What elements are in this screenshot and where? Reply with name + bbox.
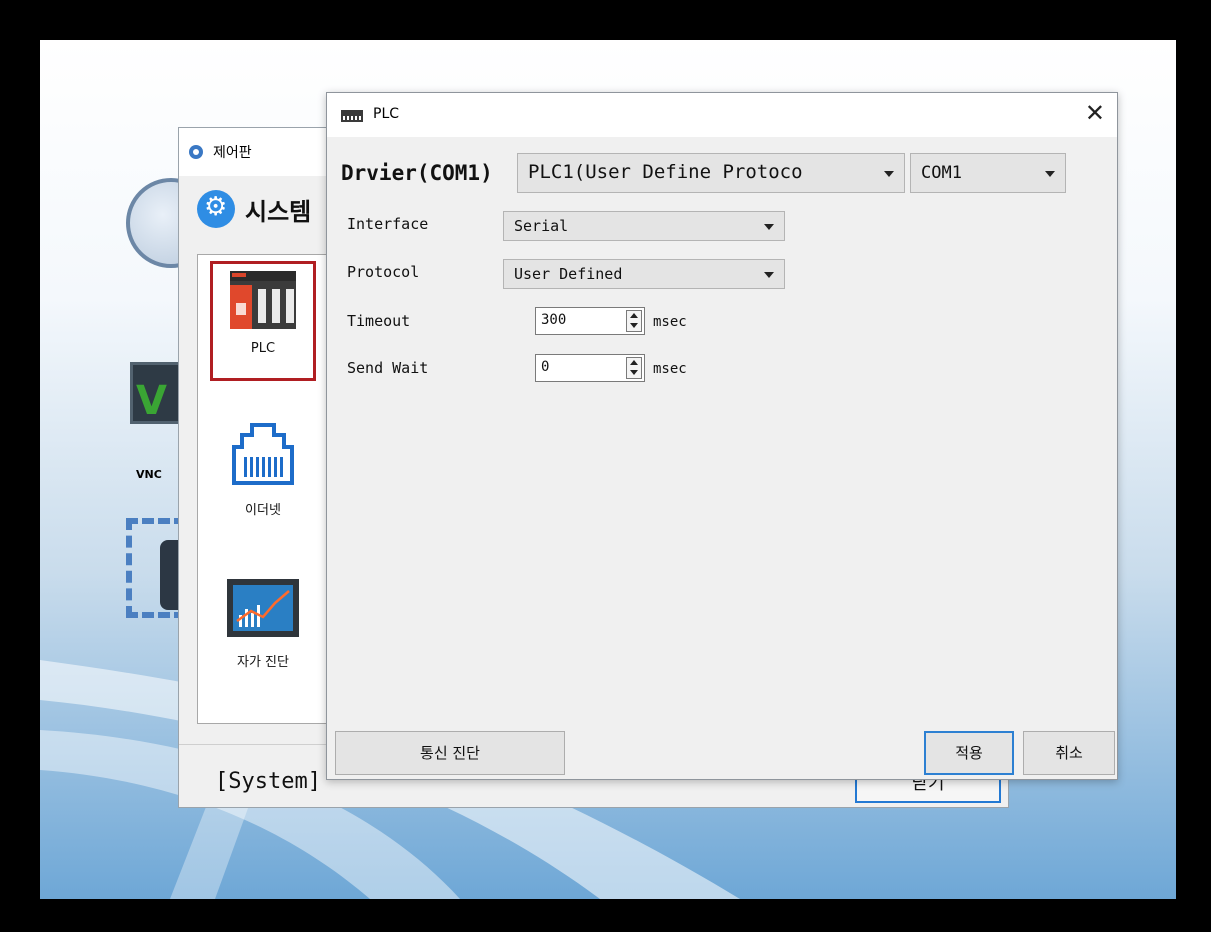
plc-device-icon xyxy=(230,271,296,329)
timeout-stepper[interactable]: 300 xyxy=(535,307,645,335)
vnc-logo-icon: V xyxy=(136,378,167,424)
spin-down-icon xyxy=(630,370,638,375)
side-item-ethernet-label: 이더넷 xyxy=(245,503,281,518)
ethernet-port-icon xyxy=(232,423,294,485)
side-item-diagnostics[interactable]: 자가 진단 xyxy=(198,577,328,670)
protocol-select[interactable]: User Defined xyxy=(503,259,785,289)
driver-select[interactable]: PLC1(User Define Protoco xyxy=(517,153,905,193)
system-footer-text: [System] xyxy=(215,769,321,794)
send-wait-spin-buttons[interactable] xyxy=(626,357,642,379)
send-wait-label: Send Wait xyxy=(347,359,429,377)
side-item-diagnostics-label: 자가 진단 xyxy=(237,655,289,670)
side-item-ethernet[interactable]: 이더넷 xyxy=(198,419,328,518)
comm-diagnostics-button[interactable]: 통신 진단 xyxy=(335,731,565,775)
plc-dialog-title: PLC xyxy=(373,106,400,122)
protocol-label: Protocol xyxy=(347,263,420,281)
plc-dialog: PLC ✕ Drvier(COM1) PLC1(User Define Prot… xyxy=(326,92,1118,780)
control-panel-gear-icon xyxy=(187,143,205,161)
timeout-value: 300 xyxy=(541,312,567,328)
interface-label: Interface xyxy=(347,215,429,233)
system-header-text: 시스템 xyxy=(245,197,312,226)
protocol-select-value: User Defined xyxy=(514,265,623,283)
apply-button[interactable]: 적용 xyxy=(924,731,1014,775)
interface-select-value: Serial xyxy=(514,217,569,235)
timeout-unit: msec xyxy=(653,314,687,330)
send-wait-stepper[interactable]: 0 xyxy=(535,354,645,382)
spin-up-icon xyxy=(630,313,638,318)
send-wait-value: 0 xyxy=(541,359,550,375)
interface-select[interactable]: Serial xyxy=(503,211,785,241)
send-wait-unit: msec xyxy=(653,361,687,377)
system-header: 시스템 xyxy=(197,190,311,228)
cancel-button[interactable]: 취소 xyxy=(1023,731,1115,775)
port-select-value: COM1 xyxy=(921,163,962,183)
side-item-plc[interactable]: PLC xyxy=(198,269,328,356)
plc-dialog-titlebar[interactable]: PLC ✕ xyxy=(327,93,1117,137)
timeout-spin-buttons[interactable] xyxy=(626,310,642,332)
chevron-down-icon xyxy=(884,171,894,177)
control-panel-title: 제어판 xyxy=(213,145,252,161)
port-select[interactable]: COM1 xyxy=(910,153,1066,193)
chevron-down-icon xyxy=(764,224,774,230)
driver-row: Drvier(COM1) xyxy=(341,153,501,193)
spin-up-icon xyxy=(630,360,638,365)
driver-label: Drvier(COM1) xyxy=(341,161,493,185)
plc-title-icon xyxy=(341,110,363,122)
close-icon[interactable]: ✕ xyxy=(1085,99,1105,127)
chevron-down-icon xyxy=(1045,171,1055,177)
diagnostics-chart-icon xyxy=(227,579,299,637)
system-settings-icon xyxy=(197,190,235,228)
chevron-down-icon xyxy=(764,272,774,278)
vnc-icon-label[interactable]: VNC xyxy=(136,468,162,481)
spin-down-icon xyxy=(630,323,638,328)
side-item-plc-label: PLC xyxy=(250,341,276,356)
timeout-label: Timeout xyxy=(347,312,411,330)
driver-select-value: PLC1(User Define Protoco xyxy=(528,161,803,183)
